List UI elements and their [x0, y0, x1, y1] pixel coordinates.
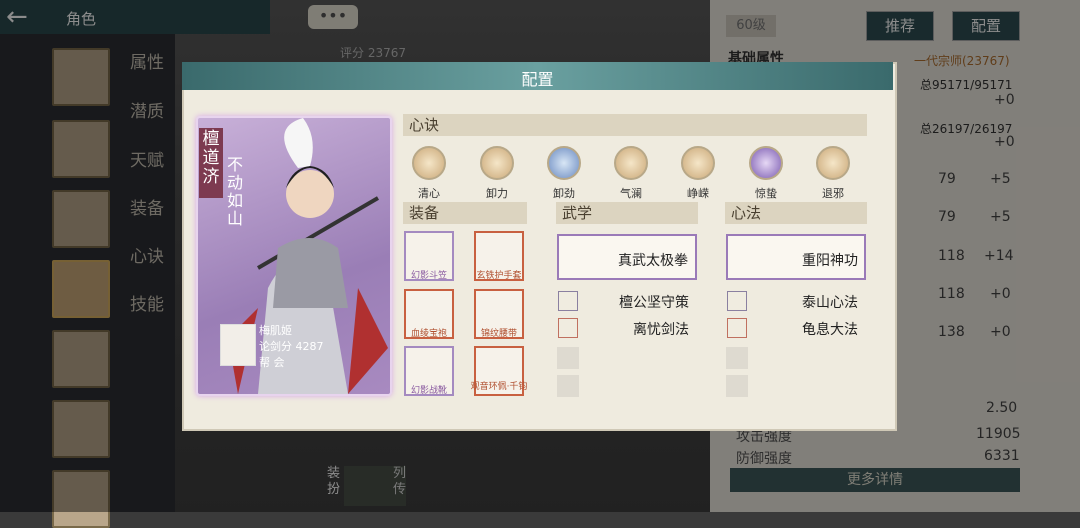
- xinjue-label: 惊蛰: [755, 187, 777, 200]
- xinjue-label: 清心: [418, 187, 440, 200]
- mind-main-name: 重阳神功: [802, 253, 858, 269]
- xinjue-label: 卸劲: [553, 187, 575, 200]
- mind-name: 龟息大法: [802, 322, 858, 338]
- xinjue-label: 气澜: [620, 187, 642, 200]
- hero-motto: 不动如山: [226, 155, 243, 228]
- equip-label: 血绫宝袍: [410, 329, 447, 339]
- equip-label: 幻影战靴: [410, 386, 447, 396]
- martial-name: 离忧剑法: [633, 322, 689, 338]
- equipment-section-title: 装备: [403, 202, 527, 224]
- mind-section-title: 心法: [725, 202, 867, 224]
- xinjue-label: 退邪: [822, 187, 844, 200]
- xinjue-icon[interactable]: [749, 146, 783, 180]
- martial-icon[interactable]: [558, 291, 578, 311]
- xinjue-label: 卸力: [486, 187, 508, 200]
- empty-slot[interactable]: [726, 347, 748, 369]
- equip-label: 幻影斗笠: [410, 271, 447, 281]
- xinjue-icon[interactable]: [614, 146, 648, 180]
- equip-label: 观音环佩·千钧: [470, 382, 528, 392]
- xinjue-icon[interactable]: [816, 146, 850, 180]
- xinjue-icon[interactable]: [480, 146, 514, 180]
- mind-icon[interactable]: [727, 318, 747, 338]
- hero-name: 檀道济: [199, 128, 223, 198]
- owner-name: 梅肌姬: [259, 324, 292, 337]
- xinjue-section-title: 心诀: [403, 114, 867, 136]
- owner-avatar: [220, 324, 256, 366]
- empty-slot[interactable]: [557, 347, 579, 369]
- xinjue-icon[interactable]: [412, 146, 446, 180]
- martial-icon[interactable]: [558, 318, 578, 338]
- sword-score: 论剑分 4287: [259, 340, 324, 353]
- xinjue-icon[interactable]: [681, 146, 715, 180]
- guild: 帮 会: [259, 356, 285, 369]
- xinjue-icon[interactable]: [547, 146, 581, 180]
- martial-main-name: 真武太极拳: [618, 253, 688, 269]
- equip-label: 锦纹腰带: [480, 329, 517, 339]
- dialog-title: 配置: [521, 70, 554, 89]
- empty-slot[interactable]: [726, 375, 748, 397]
- martial-section-title: 武学: [556, 202, 698, 224]
- mind-icon[interactable]: [727, 291, 747, 311]
- xinjue-label: 峥嵘: [687, 187, 709, 200]
- equip-label: 玄铁护手套: [476, 271, 522, 281]
- empty-slot[interactable]: [557, 375, 579, 397]
- martial-name: 檀公坚守策: [619, 295, 689, 311]
- mind-name: 泰山心法: [802, 295, 858, 311]
